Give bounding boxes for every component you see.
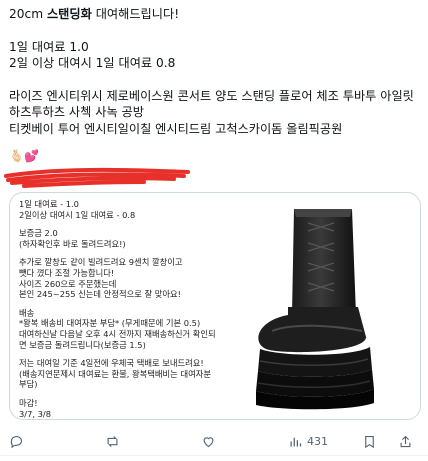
card-text-spacer: [19, 249, 234, 257]
share-icon: [400, 435, 411, 447]
card-text-line: 본인 245~255 신는데 안정적으로 잘 맞아요!: [19, 289, 182, 300]
reply-icon: [10, 435, 23, 448]
card-text-line: 마감!: [19, 397, 38, 408]
views-icon: [290, 437, 302, 446]
post-title-line: 20cm 스탠딩화 대여해드립니다!: [9, 6, 419, 23]
card-text-line: 배송: [19, 307, 35, 318]
like-button[interactable]: [201, 428, 216, 454]
redaction-scribble: [4, 167, 190, 188]
price-one-day: 1일 대여료 1.0: [9, 39, 89, 54]
venue-keywords-2: 티켓베이 투어 엔시티일이칠 엔시티드림 고척스카이돔 올림픽공원: [9, 121, 343, 136]
card-text-line: 1일 대여료 - 1.0: [19, 199, 79, 209]
emoji-row: 🫰🏻💕: [9, 149, 39, 163]
card-text-line: 저는 대여일 기준 4일전에 우체국 택배로 보내드려요!: [19, 358, 204, 369]
views-count: 431: [307, 434, 328, 448]
heart-icon: [203, 436, 214, 447]
repost-button[interactable]: [105, 428, 120, 454]
boot-image: [256, 209, 374, 410]
action-bar: 431: [0, 428, 428, 454]
card-text-spacer: [19, 390, 234, 398]
post-text: 20cm 스탠딩화 대여해드립니다! 1일 대여료 1.0 2일 이상 대여시 …: [9, 6, 419, 137]
share-button[interactable]: [398, 428, 413, 454]
card-text-line: 추가로 깔창도 같이 빌려드려요 9센치 깔창이고: [19, 257, 183, 268]
title-prefix: 20cm: [9, 7, 47, 21]
repost-icon: [107, 435, 118, 447]
card-text-line: 사이즈 260으로 주문했는데: [19, 278, 117, 289]
card-text-spacer: [19, 220, 234, 228]
card-text-line: 면 보증금 돌려드립니다(보증금 1.5): [19, 339, 146, 350]
card-text-line: 보증금 2.0: [19, 228, 58, 239]
card-text-line: (하자확인후 바로 돌려드려요!): [19, 238, 126, 249]
card-text-line: (배송지연문제시 대여료는 환불, 왕복택배비는 대여자분: [19, 368, 211, 379]
venue-keywords: 라이즈 엔시티위시 제로베이스원 콘서트 양도 스탠딩 플로어 체조 투바투 아…: [9, 88, 414, 120]
image-card[interactable]: 1일 대여료 - 1.0 2일이상 대여시 1일 대여료 - 0.8 보증금 2.0…: [9, 192, 421, 420]
card-text-spacer: [19, 350, 234, 358]
card-text-block: 1일 대여료 - 1.0 2일이상 대여시 1일 대여료 - 0.8 보증금 2.0…: [19, 199, 234, 419]
divider: [0, 455, 428, 456]
title-bold: 스탠딩화: [46, 7, 92, 21]
card-text-line: *왕복 배송비 대여자분 부담* (무게때문에 기본 0.5): [19, 318, 201, 329]
bookmark-button[interactable]: [362, 428, 377, 454]
bookmark-icon: [365, 435, 374, 448]
views-button[interactable]: 431: [288, 428, 328, 454]
card-text-line: 대여하신날 다음날 오후 4시 전까지 재배송하신거 확인되: [19, 328, 216, 339]
title-suffix: 대여해드립니다!: [91, 7, 180, 21]
card-text-line: 3/7, 3/8: [19, 408, 51, 419]
card-text-line: 2일이상 대여시 1일 대여료 - 0.8: [19, 209, 136, 220]
reply-button[interactable]: [9, 428, 24, 454]
card-text-line: 뺏다 꼈다 조절 가능합니다!: [19, 267, 115, 278]
card-text-spacer: [19, 300, 234, 308]
card-text-line: 부담): [19, 379, 38, 390]
price-multi-day: 2일 이상 대여시 1일 대여료 0.8: [9, 56, 176, 70]
